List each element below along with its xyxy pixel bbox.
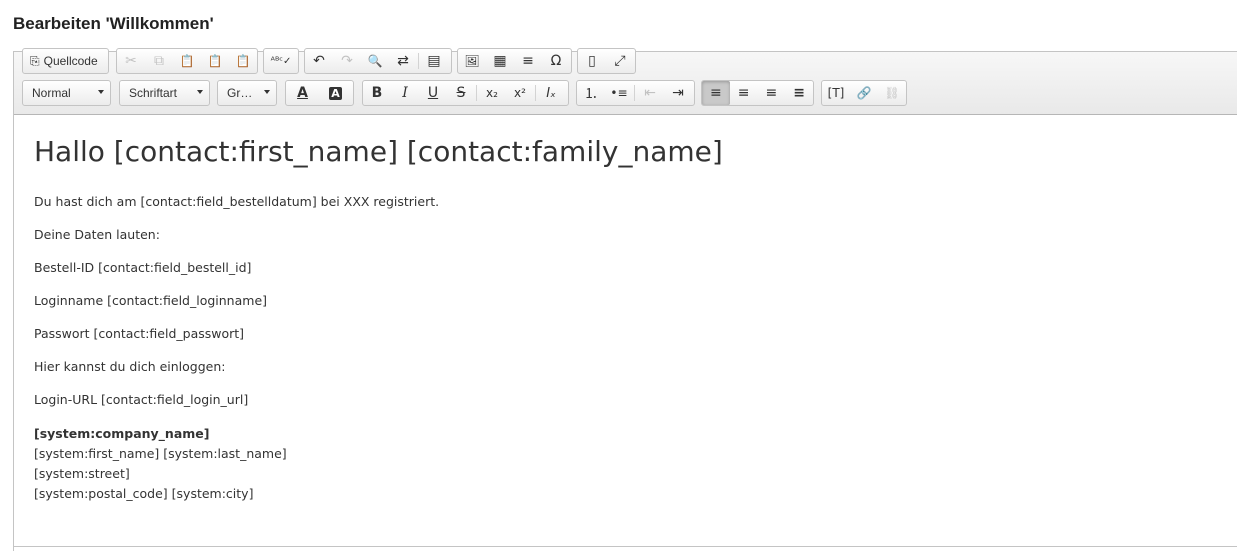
chevron-down-icon — [98, 90, 104, 94]
color-group: A A — [285, 80, 354, 106]
background-color-icon[interactable]: A — [319, 81, 352, 105]
paragraph: Hier kannst du dich einloggen: — [34, 359, 226, 374]
bullet-list-icon[interactable]: •≡ — [605, 81, 633, 105]
paragraph: Login-URL [contact:field_login_url] — [34, 392, 249, 407]
align-left-icon[interactable]: ≡ — [702, 81, 730, 105]
page-header: Bearbeiten 'Willkommen' — [0, 0, 1237, 51]
horizontal-line-icon[interactable]: ≡ — [514, 49, 542, 73]
align-right-icon[interactable]: ≡ — [758, 81, 786, 105]
paragraph: Du hast dich am [contact:field_bestellda… — [34, 194, 440, 209]
subscript-icon[interactable]: x₂ — [478, 81, 506, 105]
align-center-icon[interactable]: ≡ — [730, 81, 758, 105]
view-group: ▯ ⤢ — [577, 48, 636, 74]
italic-icon[interactable]: I — [391, 81, 419, 105]
indent-icon[interactable]: ⇥ — [664, 81, 692, 105]
token-icon[interactable]: [T] — [822, 81, 850, 105]
replace-icon[interactable]: ⇄ — [389, 49, 417, 73]
paste-word-icon[interactable]: 📋 — [229, 49, 257, 73]
content-heading: Hallo [contact:first_name] [contact:fami… — [34, 135, 723, 168]
paragraph: Deine Daten lauten: — [34, 227, 160, 242]
justify-icon[interactable]: ≡ — [785, 81, 813, 105]
signature-company: [system:company_name] — [34, 426, 210, 441]
special-char-icon[interactable]: Ω — [542, 49, 570, 73]
insert-group: 🖼 ▦ ≡ Ω — [457, 48, 572, 74]
signature-city: [system:postal_code] [system:city] — [34, 486, 254, 501]
unlink-icon[interactable]: ⛓ — [878, 81, 906, 105]
signature-block: [system:company_name] [system:first_name… — [34, 424, 287, 504]
font-select[interactable]: Schriftart — [119, 80, 210, 106]
paste-icon[interactable]: 📋 — [173, 49, 201, 73]
spellcheck-icon[interactable]: ᴬᴮᶜ✓ — [264, 49, 298, 73]
remove-format-icon[interactable]: Iₓ — [537, 81, 565, 105]
editor-toolbar: ⎘ Quellcode ✂ ⧉ 📋 📋 📋 ᴬᴮᶜ✓ ↶ ↷ 🔍 ⇄ ▤ 🖼 ▦… — [14, 48, 1237, 115]
bold-icon[interactable]: B — [363, 81, 391, 105]
format-value: Normal — [32, 86, 71, 100]
size-select[interactable]: Gr… — [217, 80, 277, 106]
copy-icon[interactable]: ⧉ — [145, 49, 173, 73]
underline-icon[interactable]: U — [419, 81, 447, 105]
maximize-icon[interactable]: ⤢ — [606, 49, 634, 73]
paragraph: Loginname [contact:field_loginname] — [34, 293, 268, 308]
toolbar-divider — [634, 85, 635, 101]
align-group: ≡ ≡ ≡ ≡ — [701, 80, 814, 106]
strikethrough-icon[interactable]: S — [447, 81, 475, 105]
cut-icon[interactable]: ✂ — [117, 49, 145, 73]
spellcheck-group: ᴬᴮᶜ✓ — [263, 48, 299, 74]
clipboard-group: ✂ ⧉ 📋 📋 📋 — [116, 48, 258, 74]
undo-icon[interactable]: ↶ — [305, 49, 333, 73]
signature-name: [system:first_name] [system:last_name] — [34, 446, 287, 461]
chevron-down-icon — [197, 90, 203, 94]
paste-text-icon[interactable]: 📋 — [201, 49, 229, 73]
find-icon[interactable]: 🔍 — [361, 49, 389, 73]
show-blocks-icon[interactable]: ▯ — [578, 49, 606, 73]
source-label: Quellcode — [43, 54, 98, 68]
edit-group: ↶ ↷ 🔍 ⇄ ▤ — [304, 48, 452, 74]
chevron-down-icon — [264, 90, 270, 94]
outdent-icon[interactable]: ⇤ — [636, 81, 664, 105]
image-icon[interactable]: 🖼 — [458, 49, 486, 73]
toolbar-divider — [535, 85, 536, 101]
superscript-icon[interactable]: x² — [506, 81, 534, 105]
source-group: ⎘ Quellcode — [22, 48, 109, 74]
size-value: Gr… — [227, 86, 253, 100]
source-icon: ⎘ — [30, 53, 40, 68]
link-icon[interactable]: 🔗 — [850, 81, 878, 105]
basic-styles-group: B I U S x₂ x² Iₓ — [362, 80, 569, 106]
table-icon[interactable]: ▦ — [486, 49, 514, 73]
page-title: Bearbeiten 'Willkommen' — [13, 14, 214, 33]
font-value: Schriftart — [129, 86, 178, 100]
editor-bottom-border — [13, 546, 1237, 547]
list-group: ⒈ •≡ ⇤ ⇥ — [576, 80, 695, 106]
rich-text-editor: ⎘ Quellcode ✂ ⧉ 📋 📋 📋 ᴬᴮᶜ✓ ↶ ↷ 🔍 ⇄ ▤ 🖼 ▦… — [13, 48, 1237, 551]
redo-icon[interactable]: ↷ — [333, 49, 361, 73]
toolbar-divider — [476, 85, 477, 101]
toolbar-divider — [418, 53, 419, 69]
signature-street: [system:street] — [34, 466, 130, 481]
paragraph: Bestell-ID [contact:field_bestell_id] — [34, 260, 252, 275]
text-color-icon[interactable]: A — [286, 81, 319, 105]
format-select[interactable]: Normal — [22, 80, 111, 106]
select-all-icon[interactable]: ▤ — [420, 49, 448, 73]
source-button[interactable]: ⎘ Quellcode — [23, 49, 105, 73]
link-group: [T] 🔗 ⛓ — [821, 80, 907, 106]
numbered-list-icon[interactable]: ⒈ — [577, 81, 605, 105]
paragraph: Passwort [contact:field_passwort] — [34, 326, 245, 341]
